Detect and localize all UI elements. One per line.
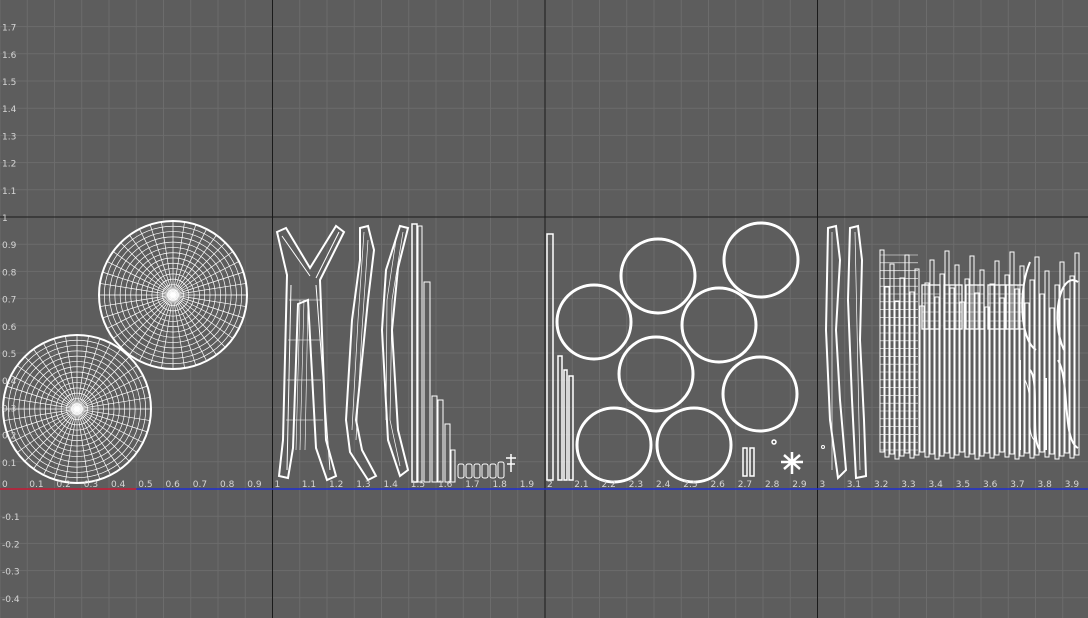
u-tick-label: 1.3 <box>356 480 370 490</box>
u-tick-label: 1.1 <box>302 480 316 490</box>
v-tick-label: 1.6 <box>2 51 17 61</box>
u-tick-label: 0.1 <box>29 480 43 490</box>
u-tick-label: 0.7 <box>193 480 207 490</box>
u-tick-label: 1 <box>275 480 281 490</box>
v-tick-label: 0.2 <box>2 432 16 442</box>
v-tick-label: -0.4 <box>2 595 20 605</box>
v-tick-label: 0.5 <box>2 350 16 360</box>
v-tick-label: 1.1 <box>2 187 16 197</box>
u-tick-label: 1.7 <box>465 480 479 490</box>
u-tick-label: 3.2 <box>874 480 888 490</box>
u-tick-label: 0.2 <box>57 480 71 490</box>
u-tick-label: 2.7 <box>738 480 752 490</box>
v-tick-label: 1.3 <box>2 132 16 142</box>
uv-texture-editor[interactable]: 0 0.1 0.2 0.3 0.4 0.5 0.6 0.7 0.8 0.9 1 1.1 1.2 1.3 1.… <box>0 0 1088 618</box>
v-tick-label: 0.4 <box>2 377 17 387</box>
u-tick-label: 2.9 <box>792 480 807 490</box>
u-tick-label: 3.4 <box>929 480 944 490</box>
v-tick-label: 0.3 <box>2 404 16 414</box>
u-tick-label: 1.4 <box>384 480 399 490</box>
u-tick-label: 1.5 <box>411 480 425 490</box>
u-tick-label: 2.4 <box>656 480 671 490</box>
u-tick-label: 1.2 <box>329 480 343 490</box>
uv-shell-disc-top[interactable] <box>98 220 248 370</box>
u-tick-label: 3 <box>820 480 826 490</box>
u-tick-label: 0 <box>2 480 8 490</box>
u-tick-label: 0.5 <box>138 480 152 490</box>
u-tick-label: 3.3 <box>901 480 915 490</box>
u-tick-label: 0.6 <box>166 480 181 490</box>
u-tick-label: 2.6 <box>711 480 726 490</box>
u-tick-label: 3.6 <box>983 480 998 490</box>
v-tick-label: 0.9 <box>2 241 17 251</box>
v-tick-label: 1.7 <box>2 24 16 34</box>
u-tick-label: 2.2 <box>602 480 616 490</box>
u-tick-label: 3.1 <box>847 480 861 490</box>
u-tick-label: 2.5 <box>683 480 697 490</box>
u-tick-label: 2.3 <box>629 480 643 490</box>
u-tick-label: 0.9 <box>247 480 262 490</box>
v-tick-label: -0.1 <box>2 513 20 523</box>
u-tick-label: 1.8 <box>493 480 508 490</box>
v-tick-label: 0.1 <box>2 459 16 469</box>
uv-grid-canvas[interactable]: 0 0.1 0.2 0.3 0.4 0.5 0.6 0.7 0.8 0.9 1 1.1 1.2 1.3 1.… <box>0 0 1088 618</box>
v-tick-label: 1.5 <box>2 78 16 88</box>
u-tick-label: 2.1 <box>574 480 588 490</box>
v-tick-label: 1 <box>2 214 8 224</box>
v-tick-label: 0.6 <box>2 323 17 333</box>
v-tick-label: 0.7 <box>2 296 16 306</box>
v-tick-label: -0.3 <box>2 568 20 578</box>
u-tick-label: 2.8 <box>765 480 780 490</box>
u-tick-label: 3.8 <box>1038 480 1053 490</box>
u-tick-label: 3.5 <box>956 480 970 490</box>
u-tick-label: 0.4 <box>111 480 126 490</box>
v-tick-label: 1.4 <box>2 105 17 115</box>
uv-shell-disc-bottom[interactable] <box>2 334 152 484</box>
u-tick-label: 1.6 <box>438 480 453 490</box>
u-tick-label: 3.9 <box>1065 480 1080 490</box>
u-tick-label: 3.7 <box>1010 480 1024 490</box>
u-tick-label: 1.9 <box>520 480 535 490</box>
u-tick-label: 0.3 <box>84 480 98 490</box>
v-tick-label: 1.2 <box>2 160 16 170</box>
v-tick-label: 0.8 <box>2 268 17 278</box>
v-tick-label: -0.2 <box>2 540 20 550</box>
u-tick-label: 0.8 <box>220 480 235 490</box>
u-tick-label: 2 <box>547 480 553 490</box>
